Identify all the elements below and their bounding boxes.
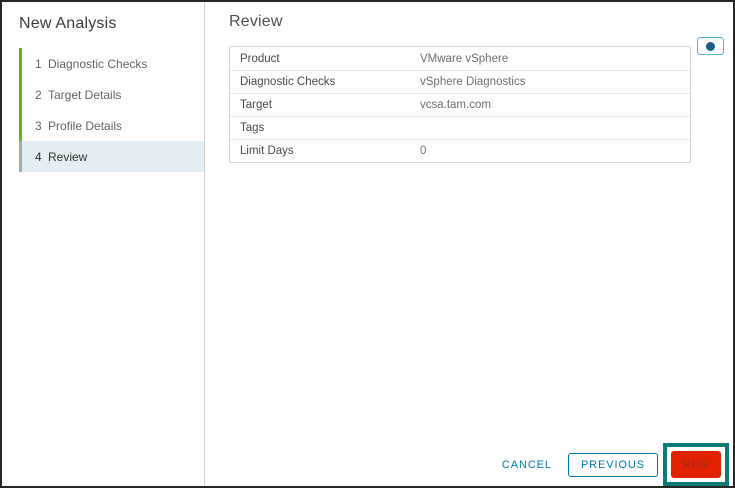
- wizard-title: New Analysis: [19, 15, 117, 32]
- cancel-button[interactable]: CANCEL: [502, 459, 552, 471]
- run-button[interactable]: RUN: [671, 451, 721, 478]
- row-label: Product: [240, 52, 280, 65]
- row-label: Diagnostic Checks: [240, 76, 336, 88]
- table-row-limit-days: Limit Days 0: [230, 139, 690, 162]
- wizard-steps: 1 Diagnostic Checks 2 Target Details 3 P…: [19, 48, 204, 172]
- step-number: 2: [35, 87, 42, 102]
- step-label: Diagnostic Checks: [48, 56, 148, 71]
- row-label: Limit Days: [240, 145, 294, 157]
- row-label: Target: [240, 99, 272, 111]
- step-profile-details[interactable]: 3 Profile Details: [19, 110, 204, 141]
- table-row-tags: Tags: [230, 116, 690, 139]
- table-row-diagnostic-checks: Diagnostic Checks vSphere Diagnostics: [230, 70, 690, 93]
- review-panel: Review Product VMware vSphere Diagnostic…: [205, 2, 733, 486]
- wizard-sidebar: New Analysis 1 Diagnostic Checks 2 Targe…: [2, 2, 205, 486]
- row-value: VMware vSphere: [420, 52, 509, 65]
- step-label: Profile Details: [48, 118, 123, 133]
- page-title: Review: [229, 13, 283, 30]
- highlight-annotation: RUN: [663, 443, 729, 486]
- step-label: Review: [48, 149, 88, 164]
- step-number: 4: [35, 149, 42, 164]
- row-label: Tags: [240, 122, 265, 134]
- step-label: Target Details: [48, 87, 122, 102]
- row-value: vcsa.tam.com: [420, 99, 491, 111]
- previous-button[interactable]: PREVIOUS: [567, 452, 658, 477]
- step-target-details[interactable]: 2 Target Details: [19, 79, 204, 110]
- new-analysis-dialog: New Analysis 1 Diagnostic Checks 2 Targe…: [0, 0, 735, 488]
- table-row-product: Product VMware vSphere: [230, 47, 690, 70]
- step-review[interactable]: 4 Review: [19, 141, 204, 172]
- step-number: 3: [35, 118, 42, 133]
- wizard-footer: CANCEL PREVIOUS RUN: [502, 443, 729, 486]
- row-value: vSphere Diagnostics: [420, 76, 526, 88]
- table-row-target: Target vcsa.tam.com: [230, 93, 690, 116]
- step-number: 1: [35, 56, 42, 71]
- step-diagnostic-checks[interactable]: 1 Diagnostic Checks: [19, 48, 204, 79]
- info-button[interactable]: [697, 37, 724, 55]
- row-value: 0: [420, 145, 427, 157]
- info-dot-icon: [706, 41, 715, 51]
- review-summary-table: Product VMware vSphere Diagnostic Checks…: [229, 46, 691, 163]
